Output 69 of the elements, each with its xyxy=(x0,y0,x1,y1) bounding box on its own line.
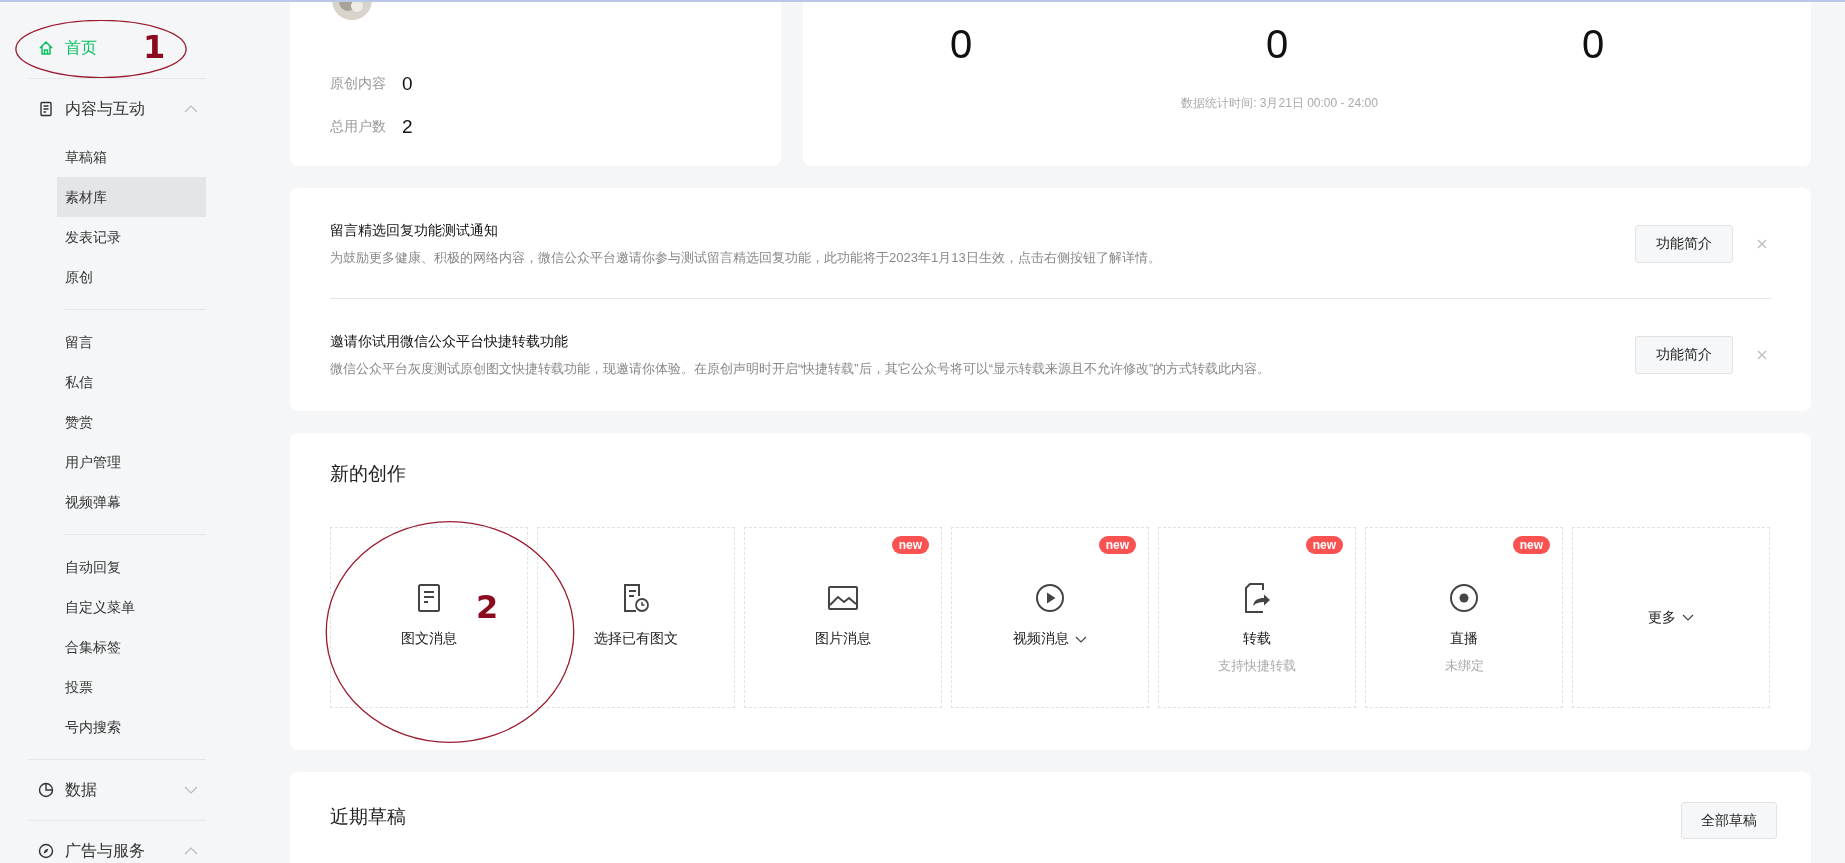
chevron-down-icon xyxy=(184,786,198,794)
annotation-number: 1 xyxy=(143,28,166,66)
tile-label: 选择已有图文 xyxy=(594,630,678,648)
tile-label: 转载 xyxy=(1243,630,1271,648)
creation-tile[interactable]: new 图片消息 xyxy=(744,527,942,708)
notice-title: 留言精选回复功能测试通知 xyxy=(330,221,499,240)
all-drafts-button[interactable]: 全部草稿 xyxy=(1681,802,1777,839)
document-icon xyxy=(38,101,54,117)
compass-icon xyxy=(38,843,54,859)
sidebar-item[interactable]: 原创 xyxy=(57,257,206,297)
creation-tile[interactable]: new 直播 未绑定 xyxy=(1365,527,1563,708)
sidebar-item[interactable]: 草稿箱 xyxy=(57,137,206,177)
stats-time-note: 数据统计时间: 3月21日 00:00 - 24:00 xyxy=(1181,95,1378,112)
creation-tile[interactable]: 更多 xyxy=(1572,527,1770,708)
document-clock-icon xyxy=(622,582,650,614)
intro-button[interactable]: 功能简介 xyxy=(1635,336,1733,374)
sidebar-item[interactable]: 合集标签 xyxy=(57,627,206,667)
stat-label: 总用户数 xyxy=(330,117,386,136)
new-badge: new xyxy=(1305,536,1343,554)
home-icon xyxy=(38,40,54,56)
notice-title: 邀请你试用微信公众平台快捷转载功能 xyxy=(330,332,569,351)
sidebar-item[interactable]: 视频弹幕 xyxy=(57,482,206,522)
sidebar-item[interactable]: 赞赏 xyxy=(57,402,206,442)
stat-value: 2 xyxy=(402,115,413,138)
new-badge: new xyxy=(891,536,929,554)
stat-value: 0 xyxy=(1580,22,1606,67)
tile-label: 视频消息 xyxy=(1013,630,1069,648)
play-icon xyxy=(1035,582,1065,614)
annotation-number: 2 xyxy=(476,588,499,626)
chevron-up-icon xyxy=(184,847,198,855)
notice-text: 微信公众平台灰度测试原创图文快捷转载功能，现邀请你体验。在原创声明时开启“快捷转载”后，其它公众号将可以“显示转载来源且不允许修改”的方式转载此内容。 xyxy=(330,359,1272,378)
tile-sublabel: 支持快捷转载 xyxy=(1218,657,1296,675)
tile-label: 图文消息 xyxy=(401,630,457,648)
tile-label: 更多 xyxy=(1648,608,1676,627)
nav-item[interactable]: 数据 xyxy=(29,772,206,808)
sidebar-item[interactable]: 留言 xyxy=(57,322,206,362)
nav-item[interactable]: 内容与互动 xyxy=(29,91,206,127)
sidebar-item[interactable]: 发表记录 xyxy=(57,217,206,257)
creation-tile[interactable]: new 转载 支持快捷转载 xyxy=(1158,527,1356,708)
sidebar-item[interactable]: 私信 xyxy=(57,362,206,402)
creation-tile[interactable]: new 视频消息 xyxy=(951,527,1149,708)
sidebar-item[interactable]: 自定义菜单 xyxy=(57,587,206,627)
tile-sublabel: 未绑定 xyxy=(1444,657,1484,675)
stat-value: 0 xyxy=(948,22,974,67)
close-icon[interactable] xyxy=(1757,239,1767,249)
share-document-icon xyxy=(1243,582,1271,614)
chevron-up-icon xyxy=(184,105,198,113)
record-icon xyxy=(1449,582,1479,614)
creation-tile[interactable]: 选择已有图文 xyxy=(537,527,735,708)
sidebar-item[interactable]: 投票 xyxy=(57,667,206,707)
intro-button[interactable]: 功能简介 xyxy=(1635,225,1733,263)
notice-text: 为鼓励更多健康、积极的网络内容，微信公众平台邀请你参与测试留言精选回复功能，此功能将于2023年1月13日生效，点击右侧按钮了解详情。 xyxy=(330,248,1162,267)
stat-value: 0 xyxy=(1264,22,1290,67)
document-icon xyxy=(417,582,441,614)
sidebar-item[interactable]: 素材库 xyxy=(57,177,206,217)
section-title: 近期草稿 xyxy=(330,805,406,829)
close-icon[interactable] xyxy=(1757,350,1767,360)
sidebar-item[interactable]: 号内搜索 xyxy=(57,707,206,747)
stat-label: 原创内容 xyxy=(330,74,386,93)
section-title: 新的创作 xyxy=(330,462,407,486)
sidebar-item[interactable]: 用户管理 xyxy=(57,442,206,482)
tile-label: 图片消息 xyxy=(815,630,871,648)
tile-label: 直播 xyxy=(1450,630,1478,648)
new-badge: new xyxy=(1098,536,1136,554)
pie-chart-icon xyxy=(38,782,54,798)
new-badge: new xyxy=(1512,536,1550,554)
sidebar-item[interactable]: 自动回复 xyxy=(57,547,206,587)
stat-value: 0 xyxy=(402,72,413,95)
nav-item[interactable]: 广告与服务 xyxy=(29,833,206,863)
